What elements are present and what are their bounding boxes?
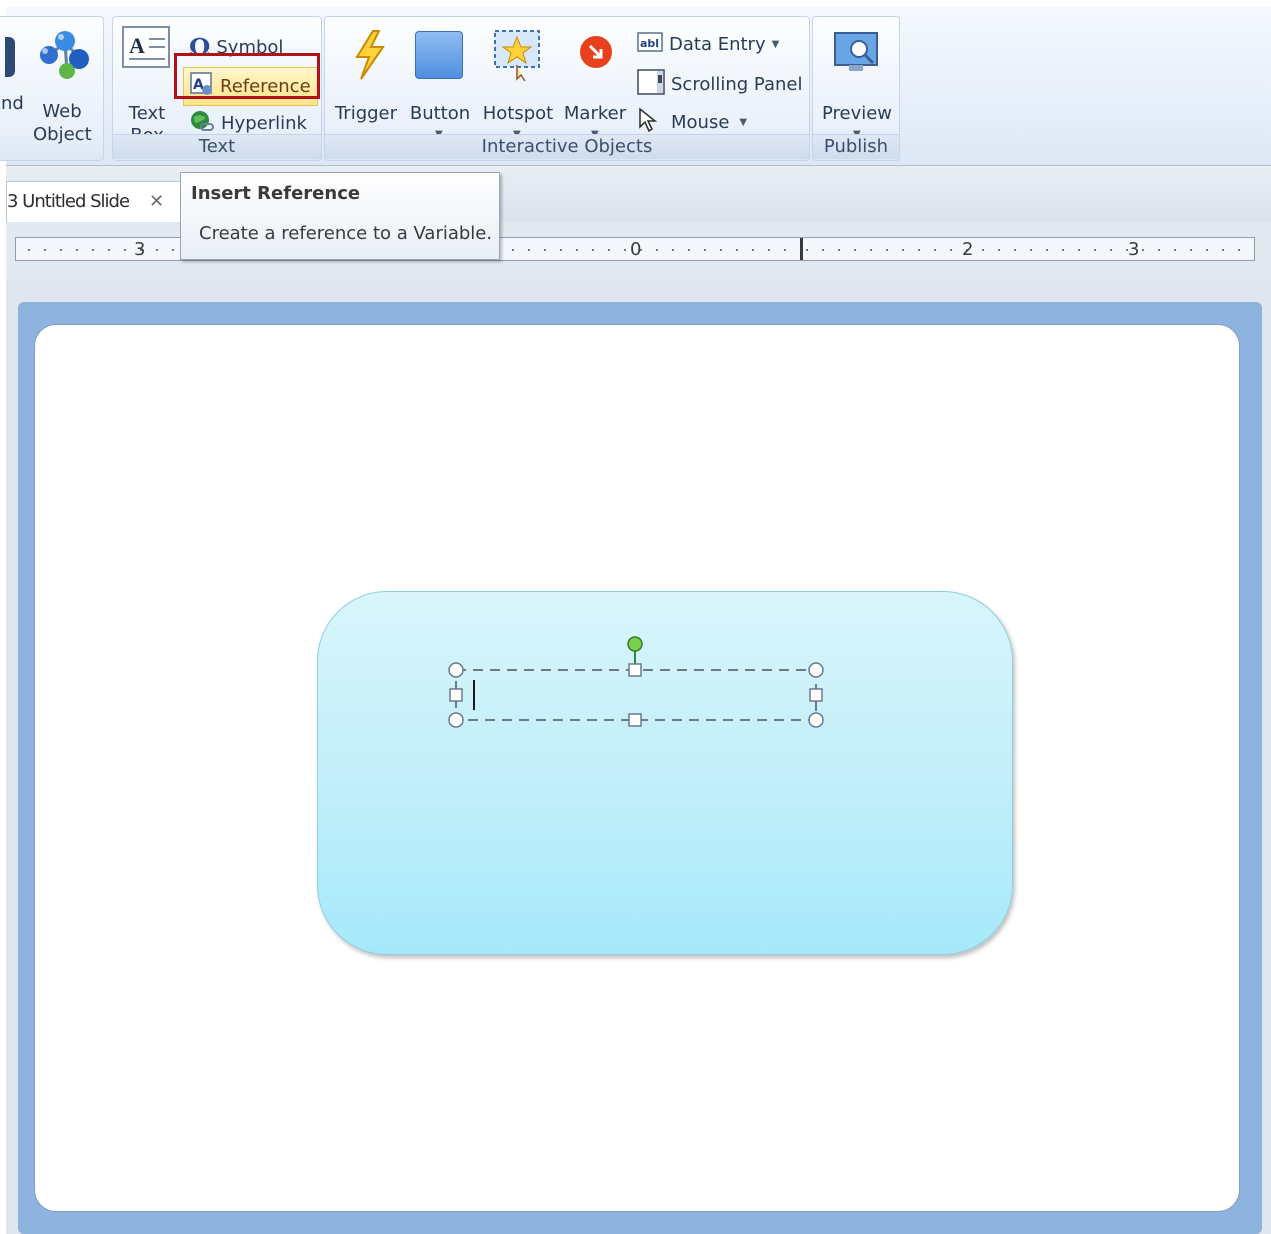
web-object-button[interactable]: Web Object <box>33 25 97 145</box>
data-entry-label: Data Entry <box>669 34 766 55</box>
insert-reference-tooltip: Insert Reference Create a reference to a… <box>180 172 500 260</box>
tooltip-title: Insert Reference <box>191 183 361 204</box>
button-icon <box>415 31 463 79</box>
ruler-ticks-mid <box>512 249 800 251</box>
ruler-label-left: 3 <box>134 239 146 260</box>
ruler-ticks-right <box>806 249 1246 251</box>
ruler-label-two: 2 <box>962 239 974 260</box>
mouse-label: Mouse <box>671 112 730 133</box>
text-box-label-1: Text <box>128 103 166 124</box>
button-button[interactable]: Button ▼ <box>405 25 475 143</box>
text-box-selection[interactable] <box>448 632 828 732</box>
app-window: nd Web Object A Text Ω Symbol A Referenc… <box>0 0 1271 1234</box>
ruler-margin-marker[interactable] <box>800 238 803 260</box>
work-area <box>6 280 1271 1234</box>
web-object-label-1: Web <box>42 101 82 122</box>
text-group-label: Text <box>113 134 321 159</box>
selection-handles[interactable] <box>448 632 828 732</box>
partial-button-icon[interactable] <box>5 37 15 77</box>
web-object-label-2: Object <box>33 124 92 145</box>
text-box-button[interactable]: A Text Box <box>121 25 173 146</box>
svg-text:A: A <box>129 33 145 58</box>
button-label: Button <box>409 103 471 124</box>
preview-button[interactable]: Preview ▼ <box>817 25 897 143</box>
scrolling-panel-icon <box>637 69 665 100</box>
preview-label: Preview <box>821 103 893 124</box>
trigger-label: Trigger <box>334 103 398 124</box>
web-object-icon <box>33 31 97 89</box>
document-tab[interactable]: 3 Untitled Slide ✕ <box>6 181 184 222</box>
tooltip-description: Create a reference to a Variable. <box>199 223 493 244</box>
marker-label: Marker <box>563 103 627 124</box>
hotspot-label: Hotspot <box>482 103 554 124</box>
marker-button[interactable]: Marker ▼ <box>561 25 629 143</box>
ribbon-group-interactive-objects: Trigger Button ▼ Hotspot ▼ <box>324 16 810 161</box>
ruler-label-three: 3 <box>1128 239 1140 260</box>
ribbon-group-media: nd Web Object <box>0 16 104 161</box>
data-entry-icon: abl <box>637 31 663 58</box>
text-box-icon: A <box>121 26 173 75</box>
scrolling-panel-button[interactable]: Scrolling Panel <box>637 69 802 100</box>
trigger-button[interactable]: Trigger <box>331 25 401 135</box>
preview-icon <box>833 29 881 81</box>
hotspot-icon <box>491 27 543 85</box>
data-entry-button[interactable]: abl Data Entry ▼ <box>637 31 779 58</box>
slide-canvas[interactable] <box>34 324 1240 1212</box>
interactive-objects-group-label: Interactive Objects <box>325 134 809 159</box>
slide-frame <box>18 302 1262 1234</box>
data-entry-dropdown-arrow[interactable]: ▼ <box>772 39 780 50</box>
trigger-icon <box>351 29 387 85</box>
mouse-dropdown-arrow[interactable]: ▼ <box>739 117 747 128</box>
scrolling-panel-label: Scrolling Panel <box>671 74 803 95</box>
ruler-label-zero: 0 <box>630 239 642 260</box>
svg-text:abl: abl <box>640 37 659 50</box>
rounded-rectangle-shape[interactable] <box>317 591 1013 955</box>
ribbon-group-publish: Preview ▼ Publish <box>812 16 900 161</box>
ruler-ticks-left <box>28 249 178 251</box>
reference-highlight-box <box>174 53 320 99</box>
marker-icon <box>577 33 615 75</box>
close-tab-icon[interactable]: ✕ <box>149 191 164 212</box>
hotspot-button[interactable]: Hotspot ▼ <box>479 25 557 143</box>
publish-group-label: Publish <box>813 134 899 159</box>
document-tab-title: 3 Untitled Slide <box>7 191 130 212</box>
partial-button-label[interactable]: nd <box>1 93 24 115</box>
hyperlink-label: Hyperlink <box>221 113 307 134</box>
